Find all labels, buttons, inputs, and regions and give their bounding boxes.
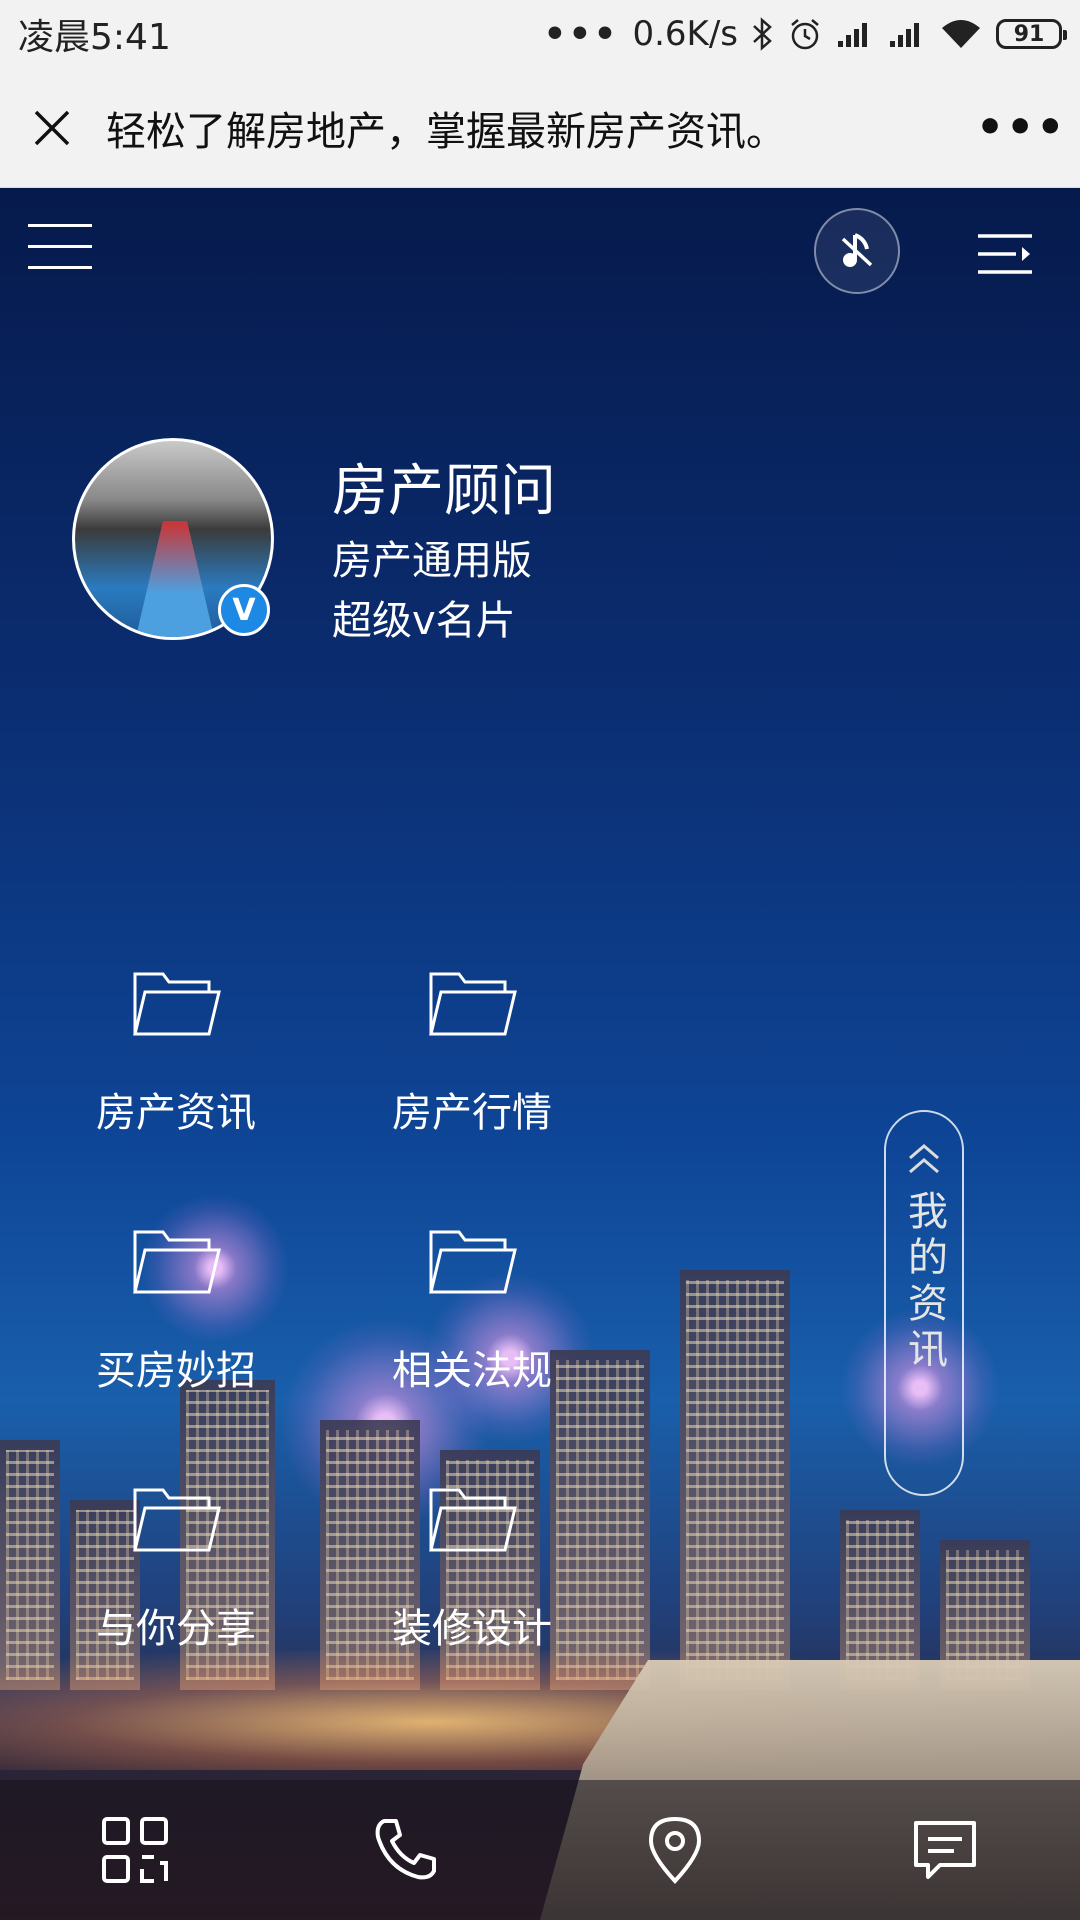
hamburger-line xyxy=(28,266,92,269)
profile-subtitle: 房产通用版 xyxy=(332,538,532,584)
page-title: 轻松了解房地产，掌握最新房产资讯。 xyxy=(106,108,786,155)
building-decoration xyxy=(680,1270,790,1690)
profile-card-type: 超级v名片 xyxy=(332,598,516,644)
status-time: 凌晨5:41 xyxy=(18,17,171,58)
playlist-icon xyxy=(978,234,1032,274)
menu-item-label: 房产资讯 xyxy=(96,1090,256,1136)
qr-code-icon xyxy=(102,1817,168,1883)
my-news-label: 我的资讯 xyxy=(901,1190,947,1374)
menu-item-label: 与你分享 xyxy=(96,1606,256,1652)
menu-item-property-news[interactable]: 房产资讯 xyxy=(66,968,286,1138)
page-toolbar xyxy=(0,208,1080,298)
more-options-button[interactable]: ••• xyxy=(976,102,1064,153)
signal-icon-1 xyxy=(836,19,874,49)
alarm-icon xyxy=(788,17,822,51)
hamburger-line xyxy=(28,245,92,248)
menu-item-share[interactable]: 与你分享 xyxy=(66,1484,286,1654)
location-button[interactable] xyxy=(615,1790,735,1910)
message-button[interactable] xyxy=(885,1790,1005,1910)
menu-item-regulations[interactable]: 相关法规 xyxy=(362,1226,582,1396)
network-speed: 0.6K/s xyxy=(632,14,738,54)
my-news-tab[interactable]: 我的资讯 xyxy=(884,1110,964,1496)
signal-icon-2 xyxy=(888,19,926,49)
menu-item-buying-tips[interactable]: 买房妙招 xyxy=(66,1226,286,1396)
location-icon xyxy=(648,1816,702,1884)
main-area: V 房产顾问 房产通用版 超级v名片 房产资讯 房产行情 买房妙招 相关法规 与… xyxy=(0,188,1080,1920)
music-toggle-button[interactable] xyxy=(814,208,900,294)
profile-name: 房产顾问 xyxy=(332,459,556,524)
menu-item-label: 相关法规 xyxy=(392,1348,552,1394)
bottom-nav xyxy=(0,1780,1080,1920)
music-off-icon xyxy=(841,233,873,267)
menu-item-decoration-design[interactable]: 装修设计 xyxy=(362,1484,582,1654)
folder-icon xyxy=(133,972,221,1036)
phone-icon xyxy=(375,1819,436,1880)
playlist-menu-button[interactable] xyxy=(976,232,1034,276)
notification-dots: ••• xyxy=(543,13,619,55)
folder-icon xyxy=(133,1230,221,1294)
message-icon xyxy=(914,1821,976,1879)
folder-icon xyxy=(429,972,517,1036)
menu-item-label: 装修设计 xyxy=(392,1606,552,1652)
qr-code-button[interactable] xyxy=(75,1790,195,1910)
folder-icon xyxy=(133,1488,221,1552)
status-bar: 凌晨5:41 ••• 0.6K/s 91 xyxy=(0,0,1080,68)
close-button[interactable] xyxy=(24,100,80,156)
double-chevron-up-icon xyxy=(909,1144,939,1174)
bluetooth-icon xyxy=(752,17,774,51)
phone-button[interactable] xyxy=(345,1790,465,1910)
hamburger-menu-button[interactable] xyxy=(28,224,92,272)
folder-icon xyxy=(429,1230,517,1294)
verified-badge: V xyxy=(218,584,270,636)
wifi-icon xyxy=(940,18,982,50)
status-icons: ••• 0.6K/s 91 xyxy=(543,13,1067,55)
hamburger-line xyxy=(28,224,92,227)
menu-item-label: 房产行情 xyxy=(392,1090,552,1136)
title-bar: 轻松了解房地产，掌握最新房产资讯。 ••• xyxy=(0,68,1080,188)
menu-item-label: 买房妙招 xyxy=(96,1348,256,1394)
menu-item-market-trends[interactable]: 房产行情 xyxy=(362,968,582,1138)
battery-indicator: 91 xyxy=(996,19,1067,49)
close-icon xyxy=(34,110,70,145)
avatar-image xyxy=(135,521,215,637)
folder-icon xyxy=(429,1488,517,1552)
